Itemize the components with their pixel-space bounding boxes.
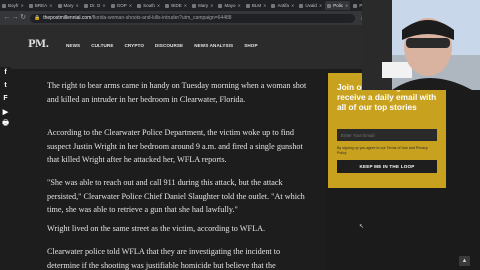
lock-icon: 🔒 — [34, 15, 41, 21]
screen: Boyfr ✕ BREA ✕ Mary ✕ Dr. O ✕ GOP ✕ South ✕ BI… — [0, 0, 480, 270]
site-nav: NEWS CULTURE CRYPTO DISCOURSE NEWS ANALY… — [66, 43, 258, 48]
nav-item-news-analysis[interactable]: NEWS ANALYSIS — [194, 43, 233, 48]
share-bar: f t F ▶ 🖶 — [0, 67, 13, 132]
favicon-icon — [218, 3, 223, 8]
share-icon[interactable]: ▶ — [0, 106, 11, 117]
tab-label: BIDE — [171, 3, 182, 8]
close-icon[interactable]: ✕ — [319, 3, 322, 8]
favicon-icon — [353, 3, 358, 8]
favicon-icon — [299, 3, 304, 8]
tab-label: Dr. O — [89, 3, 101, 8]
tab-label: Antifa — [277, 3, 289, 8]
favicon-icon — [192, 3, 197, 8]
article-paragraph: Clearwater police told WFLA that they ar… — [47, 247, 281, 270]
close-icon[interactable]: ✕ — [291, 3, 294, 8]
close-icon[interactable]: ✕ — [76, 3, 79, 8]
close-icon[interactable]: ✕ — [345, 3, 348, 8]
article-paragraph: According to the Clearwater Police Depar… — [47, 128, 303, 164]
favicon-icon — [271, 3, 276, 8]
browser-tab[interactable]: Mary ✕ — [56, 1, 81, 10]
article-paragraph: The right to bear arms came in handy on … — [47, 81, 307, 104]
close-icon[interactable]: ✕ — [184, 3, 187, 8]
close-icon[interactable]: ✕ — [210, 3, 213, 8]
twitter-icon[interactable]: t — [0, 80, 11, 91]
tab-label: South — [143, 3, 155, 8]
tab-label: BLM — [251, 3, 262, 8]
mailing-list-widget: Join our mailing list to receive a daily… — [328, 73, 446, 188]
site-logo[interactable]: PM. — [28, 39, 49, 50]
browser-tab[interactable]: Boyfr ✕ — [0, 1, 26, 10]
browser-tab[interactable]: Mayo ✕ — [216, 1, 242, 10]
browser-tab[interactable]: Antifa ✕ — [269, 1, 296, 10]
favicon-icon — [57, 3, 62, 8]
tab-label: Uvald — [305, 3, 317, 8]
browser-tab[interactable]: BIDE ✕ — [163, 1, 189, 10]
browser-tab[interactable]: Uvald ✕ — [297, 1, 324, 10]
close-icon[interactable]: ✕ — [21, 3, 24, 8]
forward-icon[interactable]: → — [11, 11, 19, 25]
favicon-icon — [245, 3, 250, 8]
favicon-icon — [83, 3, 88, 8]
url-domain: thepostmillennial.com — [43, 15, 92, 21]
reload-icon[interactable]: ↻ — [19, 11, 27, 25]
tab-label: Polic — [333, 3, 343, 8]
favicon-icon — [110, 3, 115, 8]
nav-item-news[interactable]: NEWS — [66, 43, 80, 48]
scroll-to-top-button[interactable]: ▲ — [459, 256, 470, 266]
url-path: /florida-woman-shoots-and-kills-intruder… — [91, 15, 232, 21]
browser-tab[interactable]: GOP ✕ — [109, 1, 134, 10]
browser-tab[interactable]: South ✕ — [135, 1, 162, 10]
nav-item-discourse[interactable]: DISCOURSE — [155, 43, 183, 48]
nav-item-culture[interactable]: CULTURE — [91, 43, 113, 48]
browser-tab[interactable]: BLM ✕ — [244, 1, 269, 10]
tab-label: Mary — [63, 3, 74, 8]
tab-label: BREA — [34, 3, 48, 8]
tab-label: Mary — [198, 3, 209, 8]
close-icon[interactable]: ✕ — [49, 3, 52, 8]
address-bar[interactable]: 🔒 thepostmillennial.com/florida-woman-sh… — [30, 13, 355, 23]
back-icon[interactable]: ← — [3, 11, 11, 25]
article-paragraph: "She was able to reach out and call 911 … — [47, 178, 305, 214]
terms-text: By signing up you agree to our Terms of … — [337, 146, 428, 155]
close-icon[interactable]: ✕ — [102, 3, 105, 8]
chevron-up-icon: ▲ — [461, 258, 468, 264]
close-icon[interactable]: ✕ — [237, 3, 240, 8]
webcam-overlay — [362, 0, 480, 90]
browser-tab[interactable]: Dr. O ✕ — [82, 1, 108, 10]
tab-label: Mayo — [224, 3, 236, 8]
url-text: thepostmillennial.com/florida-woman-shoo… — [43, 15, 231, 21]
favicon-icon — [28, 3, 33, 8]
webcam-video — [362, 0, 480, 90]
print-icon[interactable]: 🖶 — [0, 119, 11, 130]
nav-item-crypto[interactable]: CRYPTO — [125, 43, 145, 48]
nav-item-shop[interactable]: SHOP — [244, 43, 257, 48]
browser-tab[interactable]: Mary ✕ — [190, 1, 215, 10]
close-icon[interactable]: ✕ — [263, 3, 266, 8]
article-body: The right to bear arms came in handy on … — [0, 69, 326, 270]
logo-text: PM. — [28, 39, 49, 50]
favicon-icon — [137, 3, 142, 8]
tab-label: Boyfr — [8, 3, 19, 8]
browser-tab-active[interactable]: Polic ✕ — [325, 1, 351, 10]
article-paragraph: Wright lived on the same street as the v… — [47, 224, 266, 233]
facebook-icon[interactable]: f — [0, 67, 11, 78]
favicon-icon — [165, 3, 170, 8]
favicon-icon — [327, 3, 332, 8]
close-icon[interactable]: ✕ — [129, 3, 132, 8]
flipboard-icon[interactable]: F — [0, 93, 11, 104]
close-icon[interactable]: ✕ — [157, 3, 160, 8]
browser-tab[interactable]: BREA ✕ — [27, 1, 55, 10]
tab-label: GOP — [116, 3, 127, 8]
email-field[interactable] — [337, 129, 437, 141]
site-header: PM. NEWS CULTURE CRYPTO DISCOURSE NEWS A… — [0, 25, 365, 69]
mouse-cursor-icon: ↖ — [359, 224, 365, 230]
subscribe-button[interactable]: KEEP ME IN THE LOOP — [337, 160, 437, 173]
favicon-icon — [2, 3, 6, 8]
